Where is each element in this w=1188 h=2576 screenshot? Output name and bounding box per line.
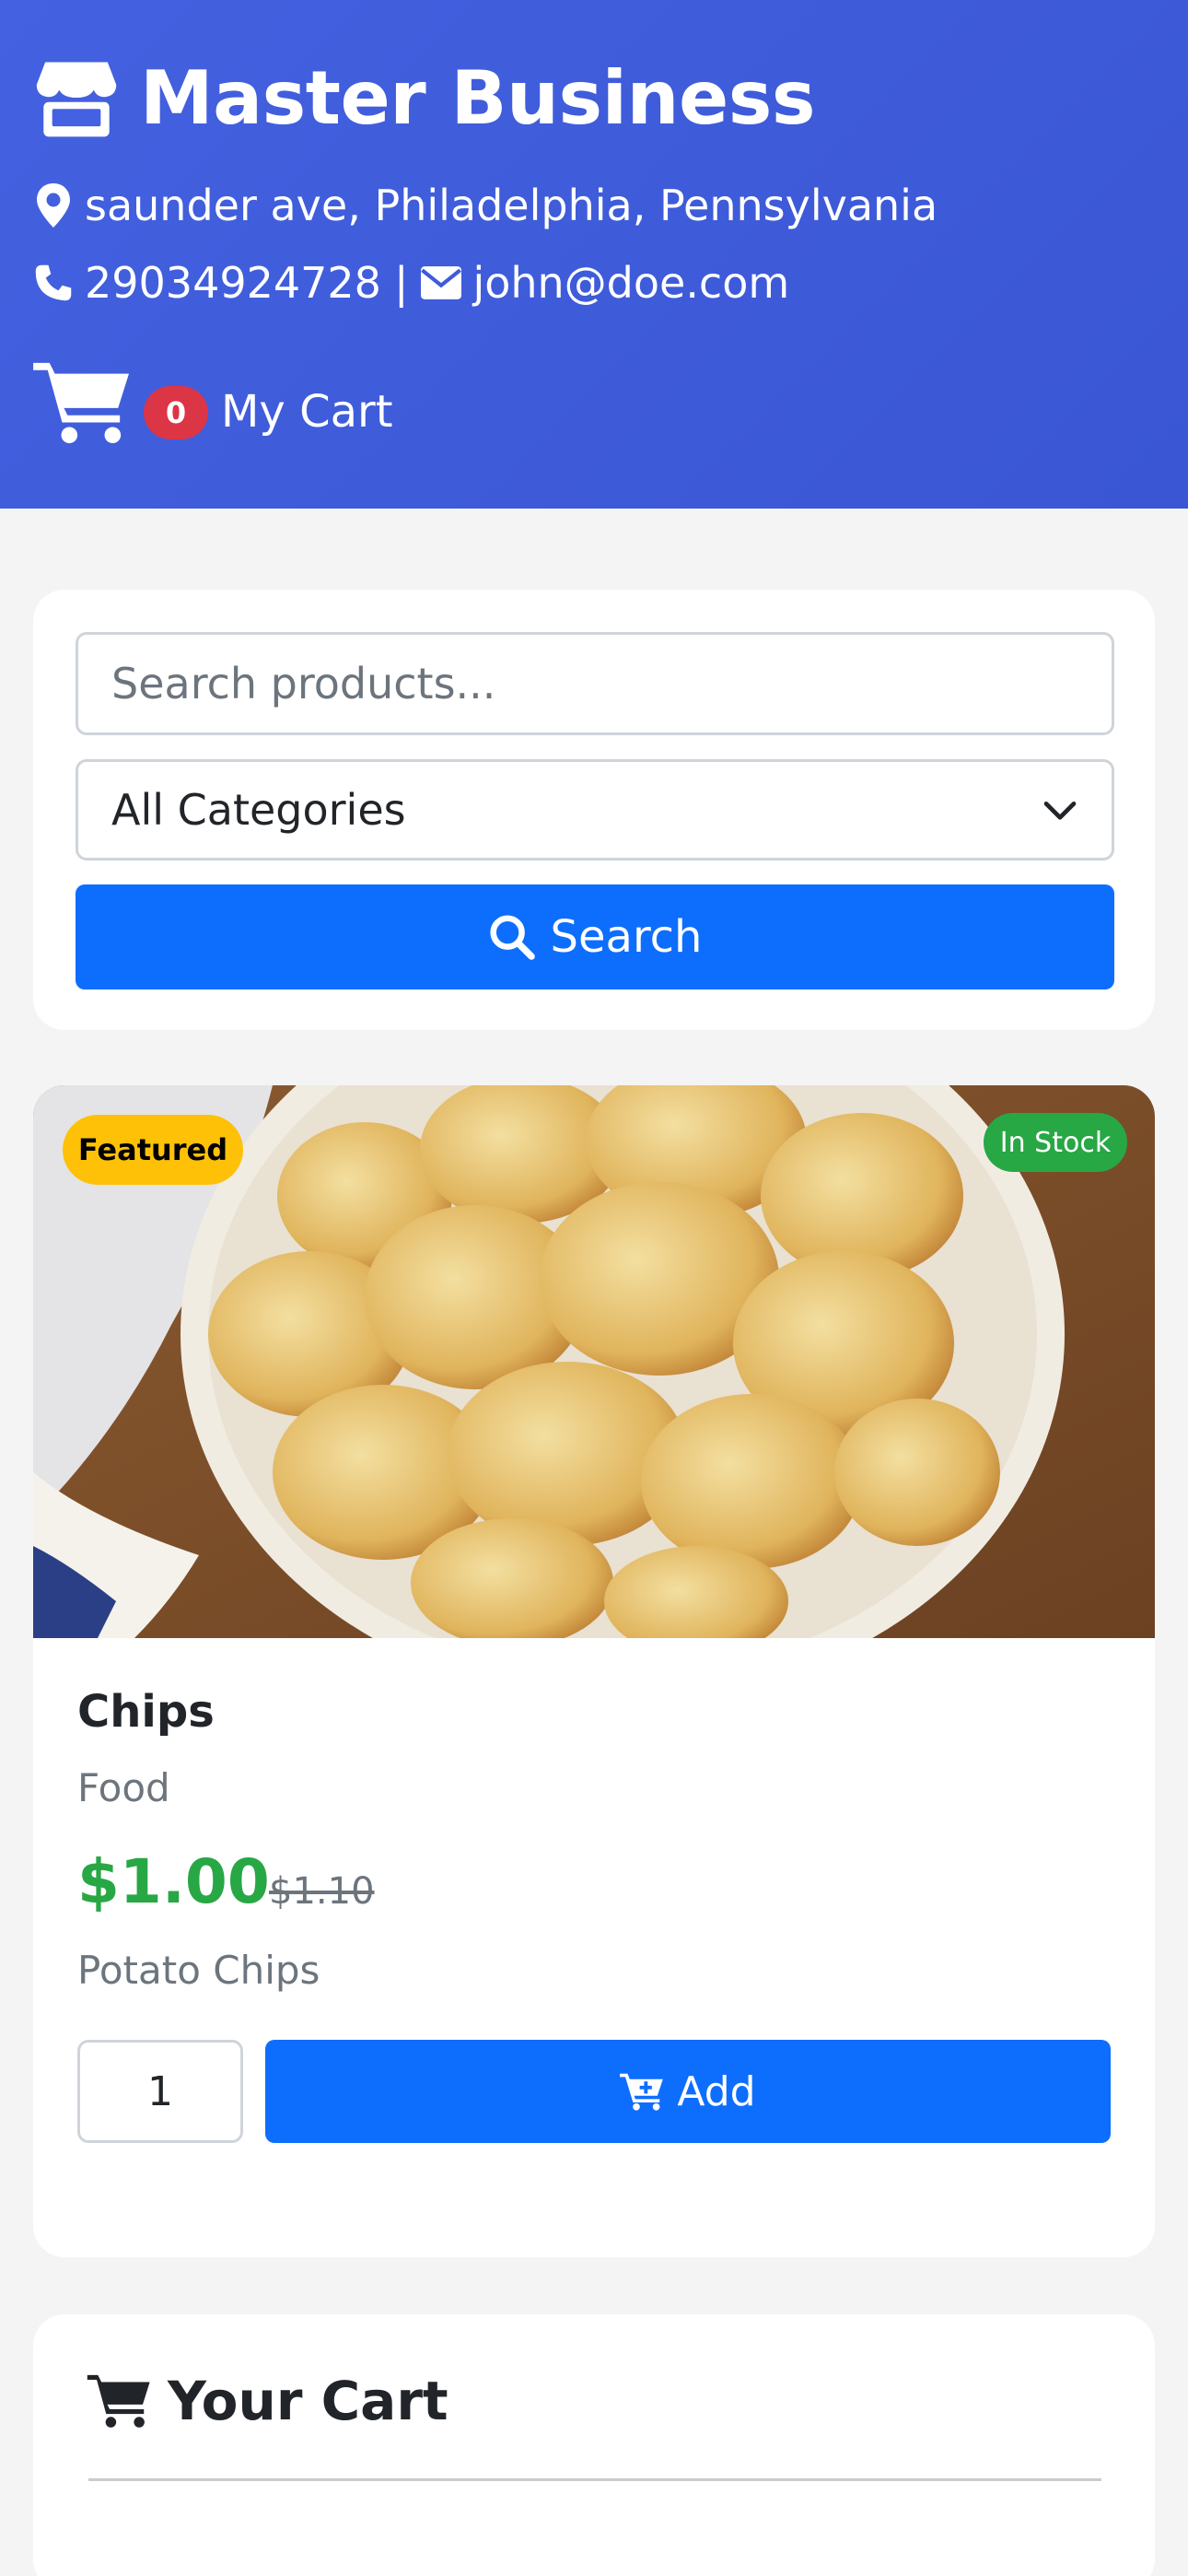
my-cart-label: My Cart: [221, 386, 393, 438]
product-description: Potato Chips: [77, 1948, 320, 1993]
add-button-label: Add: [677, 2067, 756, 2115]
your-cart-title: Your Cart: [168, 2370, 448, 2432]
chevron-down-icon: [1043, 802, 1077, 820]
your-cart-heading: Your Cart: [87, 2370, 448, 2432]
product-price: $1.00: [77, 1846, 270, 1917]
search-input[interactable]: [76, 632, 1114, 735]
category-selected: All Categories: [111, 785, 406, 835]
product-old-price: $1.10: [269, 1870, 375, 1913]
envelope-icon: [421, 266, 462, 299]
contact-row: 29034924728 | john@doe.com: [33, 258, 789, 308]
featured-badge: Featured: [63, 1115, 243, 1185]
quantity-input[interactable]: [77, 2040, 243, 2143]
header: Master Business saunder ave, Philadelphi…: [0, 0, 1188, 509]
business-name: Master Business: [140, 55, 815, 141]
shopping-cart-icon: [33, 362, 129, 444]
add-to-cart-button[interactable]: Add: [265, 2040, 1111, 2143]
email-text[interactable]: john@doe.com: [472, 258, 789, 308]
product-category: Food: [77, 1765, 170, 1810]
my-cart-link[interactable]: 0 My Cart: [33, 357, 393, 448]
search-button[interactable]: Search: [76, 884, 1114, 989]
phone-text[interactable]: 29034924728: [85, 258, 381, 308]
phone-icon: [35, 264, 72, 301]
category-select[interactable]: All Categories: [76, 759, 1114, 861]
search-button-label: Search: [550, 911, 703, 963]
address-text: saunder ave, Philadelphia, Pennsylvania: [85, 181, 938, 230]
search-icon: [489, 915, 535, 960]
divider: [88, 2478, 1101, 2481]
product-name: Chips: [77, 1686, 215, 1738]
search-card: All Categories Search: [33, 590, 1155, 1030]
store-icon: [36, 62, 117, 137]
address-row: saunder ave, Philadelphia, Pennsylvania: [33, 181, 938, 230]
shopping-cart-icon: [87, 2374, 150, 2428]
your-cart-card: Your Cart: [33, 2314, 1155, 2576]
contact-separator: |: [393, 258, 409, 308]
map-marker-icon: [37, 183, 70, 228]
cart-plus-icon: [620, 2073, 664, 2111]
brand: Master Business: [33, 55, 815, 142]
in-stock-badge: In Stock: [984, 1113, 1127, 1172]
product-card: Featured In Stock Chips Food $1.00 $1.10…: [33, 1085, 1155, 2257]
cart-count-badge: 0: [144, 386, 208, 439]
